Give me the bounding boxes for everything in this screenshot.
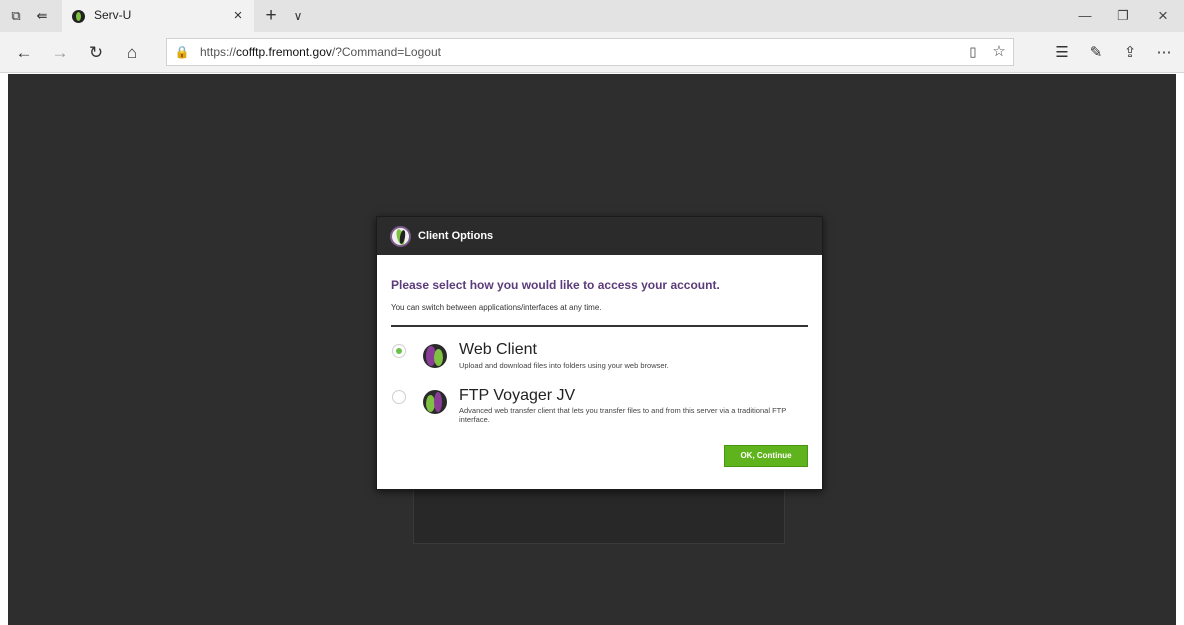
- back-icon[interactable]: ←: [12, 41, 36, 65]
- lock-icon[interactable]: 🔒: [173, 43, 191, 61]
- radio-web-client[interactable]: [392, 344, 406, 358]
- serv-u-favicon-icon: [72, 10, 85, 23]
- browser-tab-serv-u[interactable]: Serv-U ×: [62, 0, 254, 32]
- option-ftp-voyager-title[interactable]: FTP Voyager JV: [459, 387, 575, 405]
- page-viewport: Client Options Please select how you wou…: [8, 74, 1176, 625]
- switch-hint: You can switch between applications/inte…: [391, 303, 602, 312]
- address-text[interactable]: https://cofftp.fremont.gov/?Command=Logo…: [200, 45, 441, 59]
- radio-ftp-voyager-jv[interactable]: [392, 390, 406, 404]
- tab-strip: ⧉ ⇚ Serv-U × + ∨ — ❐ ×: [0, 0, 1184, 32]
- forward-icon[interactable]: →: [48, 41, 72, 65]
- minimize-icon[interactable]: —: [1072, 4, 1098, 28]
- dialog-header: Client Options: [377, 217, 822, 255]
- restore-window-icon[interactable]: ❐: [1110, 4, 1136, 28]
- address-bar[interactable]: 🔒 https://cofftp.fremont.gov/?Command=Lo…: [166, 38, 1014, 66]
- serv-u-logo-icon: [390, 226, 411, 247]
- home-icon[interactable]: ⌂: [120, 41, 144, 65]
- divider: [391, 325, 808, 327]
- reading-view-icon[interactable]: ▯: [963, 42, 983, 62]
- option-web-client-title[interactable]: Web Client: [459, 341, 537, 359]
- refresh-icon[interactable]: ↻: [84, 41, 108, 65]
- favorites-hub-icon[interactable]: ☰: [1050, 41, 1074, 65]
- new-tab-icon[interactable]: +: [260, 5, 282, 27]
- access-prompt: Please select how you would like to acce…: [391, 278, 720, 292]
- url-scheme: https://: [200, 45, 237, 59]
- restore-tabs-icon[interactable]: ⇚: [32, 6, 52, 26]
- url-host: cofftp.fremont.gov: [236, 45, 332, 59]
- favorite-star-icon[interactable]: ☆: [989, 42, 1009, 62]
- close-window-icon[interactable]: ×: [1150, 4, 1176, 28]
- web-client-icon: [423, 342, 447, 370]
- more-icon[interactable]: ⋯: [1152, 41, 1176, 65]
- client-options-dialog: Client Options Please select how you wou…: [376, 216, 823, 490]
- option-web-client-description: Upload and download files into folders u…: [459, 361, 669, 370]
- option-ftp-voyager-description: Advanced web transfer client that lets y…: [459, 406, 787, 424]
- login-panel-behind: [413, 484, 785, 544]
- tab-preview-chevron-icon[interactable]: ∨: [287, 5, 309, 27]
- share-icon[interactable]: ⇪: [1118, 41, 1142, 65]
- pen-icon[interactable]: ✎: [1084, 41, 1108, 65]
- ftp-voyager-icon: [423, 388, 447, 416]
- url-path: /?Command=Logout: [331, 45, 441, 59]
- tab-title: Serv-U: [94, 8, 132, 22]
- close-tab-icon[interactable]: ×: [228, 6, 248, 26]
- tabs-aside-icon[interactable]: ⧉: [6, 6, 26, 26]
- ok-continue-button[interactable]: OK, Continue: [724, 445, 808, 467]
- dialog-title: Client Options: [418, 230, 494, 242]
- navigation-bar: ← → ↻ ⌂ 🔒 https://cofftp.fremont.gov/?Co…: [0, 32, 1184, 73]
